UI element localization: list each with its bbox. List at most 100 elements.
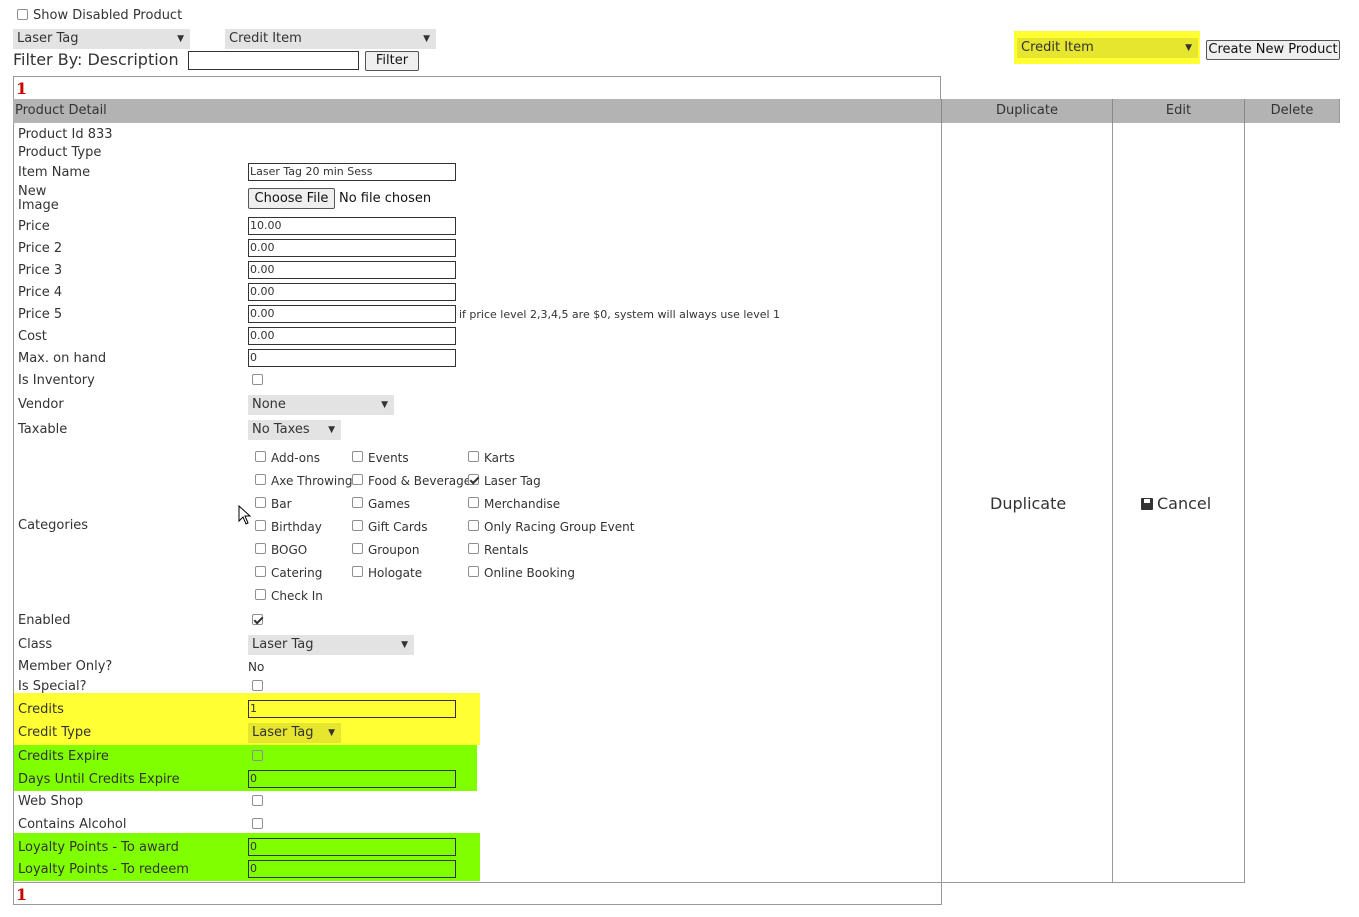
header-product-detail-text: Product Detail	[15, 103, 107, 118]
new-image-label: New Image	[18, 185, 59, 213]
cancel-label: Cancel	[1157, 494, 1212, 513]
filter-button[interactable]: Filter	[365, 51, 419, 71]
max-on-hand-label: Max. on hand	[18, 351, 107, 366]
chevron-down-icon: ▼	[328, 425, 335, 435]
header-product-detail: Product Detail	[13, 99, 942, 123]
days-until-expire-input[interactable]: 0	[248, 770, 456, 788]
category-label-bogo: BOGO	[271, 543, 308, 557]
price4-input[interactable]: 0.00	[248, 283, 456, 301]
pager-top: 1	[13, 76, 941, 99]
price2-input[interactable]: 0.00	[248, 239, 456, 257]
price-input[interactable]: 10.00	[248, 217, 456, 235]
category-label-merchandise: Merchandise	[484, 497, 561, 511]
category-label-laser-tag: Laser Tag	[484, 474, 541, 488]
item-name-label: Item Name	[18, 165, 91, 180]
category-checkbox-only-racing-group-event[interactable]	[468, 520, 479, 531]
category-label-food-beverage: Food & Beverage	[368, 474, 472, 488]
new-product-type-select[interactable]: Credit Item ▼	[1017, 38, 1198, 58]
category-checkbox-food-beverage[interactable]	[352, 474, 363, 485]
category-checkbox-rentals[interactable]	[468, 543, 479, 554]
is-inventory-label: Is Inventory	[18, 373, 95, 388]
vendor-value: None	[252, 397, 286, 412]
category-checkbox-groupon[interactable]	[352, 543, 363, 554]
credit-type-label: Credit Type	[18, 725, 92, 740]
credits-input[interactable]: 1	[248, 700, 456, 718]
category-checkbox-gift-cards[interactable]	[352, 520, 363, 531]
price5-input[interactable]: 0.00	[248, 305, 456, 323]
category-label-catering: Catering	[271, 566, 323, 580]
divider	[1244, 123, 1245, 882]
category-label-birthday: Birthday	[271, 520, 322, 534]
header-delete-text: Delete	[1270, 103, 1314, 118]
cancel-link[interactable]: Cancel	[1141, 494, 1211, 513]
category-checkbox-bar[interactable]	[255, 497, 266, 508]
taxable-label: Taxable	[18, 422, 68, 437]
price3-input[interactable]: 0.00	[248, 261, 456, 279]
contains-alcohol-checkbox[interactable]	[252, 818, 263, 829]
category-checkbox-birthday[interactable]	[255, 520, 266, 531]
divider	[13, 904, 942, 905]
category-label-check-in: Check In	[271, 589, 323, 603]
category-checkbox-laser-tag[interactable]	[468, 474, 479, 485]
choose-file-button[interactable]: Choose File	[248, 188, 335, 209]
category-label-games: Games	[368, 497, 410, 511]
category-checkbox-check-in[interactable]	[255, 589, 266, 600]
is-inventory-checkbox[interactable]	[252, 374, 263, 385]
enabled-checkbox[interactable]	[252, 614, 263, 625]
page-link-1[interactable]: 1	[16, 79, 27, 98]
product-id-label: Product Id 833	[18, 127, 113, 142]
taxable-value: No Taxes	[252, 422, 310, 437]
price4-label: Price 4	[18, 285, 63, 300]
header-edit: Edit	[1113, 99, 1245, 123]
category-checkbox-hologate[interactable]	[352, 566, 363, 577]
header-duplicate: Duplicate	[942, 99, 1113, 123]
credits-expire-checkbox[interactable]	[252, 750, 263, 761]
show-disabled-label: Show Disabled Product	[33, 8, 183, 23]
category-label-only-racing-group-event: Only Racing Group Event	[484, 520, 635, 534]
category-label-axe-throwing: Axe Throwing	[271, 474, 353, 488]
show-disabled-checkbox[interactable]	[17, 9, 28, 20]
price-label: Price	[18, 219, 50, 234]
category-checkbox-bogo[interactable]	[255, 543, 266, 554]
save-icon	[1141, 498, 1153, 510]
credits-label: Credits	[18, 702, 64, 717]
category-checkbox-karts[interactable]	[468, 451, 479, 462]
category-checkbox-events[interactable]	[352, 451, 363, 462]
category-checkbox-merchandise[interactable]	[468, 497, 479, 508]
filter-description-input[interactable]	[188, 51, 359, 70]
max-on-hand-input[interactable]: 0	[248, 349, 456, 367]
create-new-product-button[interactable]: Create New Product	[1206, 40, 1340, 60]
class-select[interactable]: Laser Tag ▼	[248, 635, 414, 655]
taxable-select[interactable]: No Taxes ▼	[248, 420, 341, 440]
categories-label: Categories	[18, 518, 89, 533]
mouse-cursor-icon	[238, 505, 252, 525]
duplicate-link[interactable]: Duplicate	[990, 494, 1066, 513]
category-checkbox-axe-throwing[interactable]	[255, 474, 266, 485]
category-checkbox-games[interactable]	[352, 497, 363, 508]
loyalty-award-input[interactable]: 0	[248, 838, 456, 856]
category-filter-select[interactable]: Laser Tag ▼	[13, 29, 190, 49]
vendor-select[interactable]: None ▼	[248, 395, 394, 415]
price2-label: Price 2	[18, 241, 63, 256]
category-label-karts: Karts	[484, 451, 515, 465]
chevron-down-icon: ▼	[381, 400, 388, 410]
web-shop-checkbox[interactable]	[252, 795, 263, 806]
item-name-input[interactable]: Laser Tag 20 min Sess	[248, 163, 456, 181]
type-filter-select[interactable]: Credit Item ▼	[225, 29, 436, 49]
divider	[1112, 123, 1113, 882]
header-delete: Delete	[1245, 99, 1340, 123]
class-value: Laser Tag	[252, 637, 314, 652]
category-checkbox-online-booking[interactable]	[468, 566, 479, 577]
is-special-checkbox[interactable]	[252, 680, 263, 691]
loyalty-redeem-input[interactable]: 0	[248, 860, 456, 878]
page-link-1-bottom[interactable]: 1	[16, 885, 27, 904]
no-file-text: No file chosen	[339, 191, 432, 206]
price5-label: Price 5	[18, 307, 63, 322]
is-special-label: Is Special?	[18, 679, 87, 694]
category-checkbox-add-ons[interactable]	[255, 451, 266, 462]
member-only-value: No	[248, 660, 265, 674]
category-label-events: Events	[368, 451, 409, 465]
cost-input[interactable]: 0.00	[248, 327, 456, 345]
credit-type-select[interactable]: Laser Tag ▼	[248, 723, 341, 743]
category-checkbox-catering[interactable]	[255, 566, 266, 577]
